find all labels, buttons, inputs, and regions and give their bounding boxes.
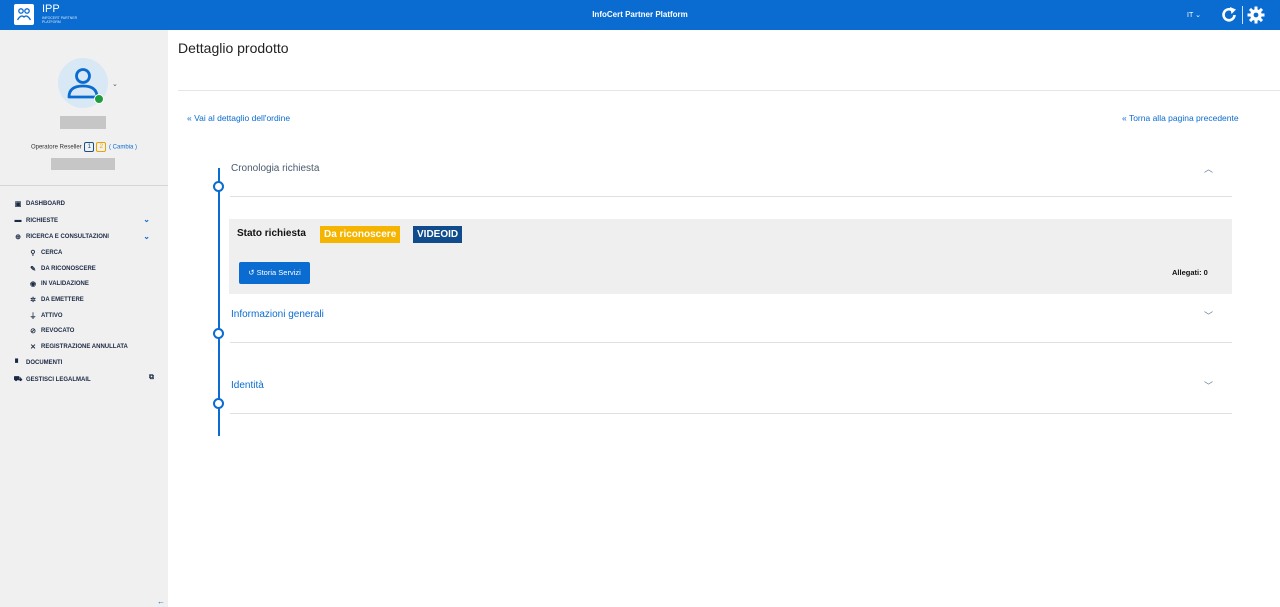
order-detail-link-label: Vai al dettaglio dell'ordine xyxy=(194,113,291,123)
company-name-redacted xyxy=(51,158,115,170)
sidebar-item-gestisci-legalmail[interactable]: ⛟ GESTISCI LEGALMAIL ⧉ xyxy=(0,371,168,387)
top-bar: IPP INFOCERT PARTNER PLATFORM InfoCert P… xyxy=(0,0,1280,30)
role-badge-2[interactable]: 2 xyxy=(96,142,107,152)
chevron-down-icon[interactable]: ⌄ xyxy=(143,215,150,224)
user-role: Operatore Reseller 12 ( Cambia ) xyxy=(0,142,168,152)
back-link[interactable]: « Torna alla pagina precedente xyxy=(1122,113,1239,123)
chevron-up-icon[interactable]: ︿ xyxy=(1204,162,1213,175)
sidebar-item-label: DOCUMENTI xyxy=(26,360,63,367)
section-cronologia-title[interactable]: Cronologia richiesta xyxy=(231,163,319,174)
section-identita-title[interactable]: Identità xyxy=(231,380,264,391)
header-divider xyxy=(1242,6,1243,24)
sidebar-nav: ▣ DASHBOARD ▬ RICHIESTE ⌄ ⊕ RICERCA E CO… xyxy=(0,196,168,388)
chevron-down-icon: ⌄ xyxy=(1195,12,1201,19)
search-icon: ⚲ xyxy=(30,250,36,258)
collapse-sidebar-icon[interactable]: ← xyxy=(157,597,165,606)
stato-richiesta-label: Stato richiesta xyxy=(237,228,306,239)
sidebar-item-label: DA RICONOSCERE xyxy=(41,265,96,272)
double-chevron-left-icon: « xyxy=(187,113,192,123)
change-role-link[interactable]: ( Cambia ) xyxy=(109,145,137,151)
sidebar: ⌄ Operatore Reseller 12 ( Cambia ) ▣ DAS… xyxy=(0,30,168,607)
order-detail-link[interactable]: « Vai al dettaglio dell'ordine xyxy=(187,113,290,123)
sidebar-item-cerca[interactable]: ⚲ CERCA xyxy=(0,245,168,261)
sidebar-item-da-riconoscere[interactable]: ✎ DA RICONOSCERE xyxy=(0,261,168,277)
section-divider xyxy=(230,196,1232,197)
type-badge: VIDEOID xyxy=(413,226,463,243)
external-link-icon[interactable]: ⧉ xyxy=(149,374,154,382)
attachments-count: Allegati: 0 xyxy=(1172,268,1208,277)
language-selector[interactable]: IT ⌄ xyxy=(1187,11,1201,19)
sidebar-item-revocato[interactable]: ⊘ REVOCATO xyxy=(0,324,168,340)
storia-servizi-button[interactable]: ↺ Storia Servizi xyxy=(239,262,310,284)
gear-icon[interactable] xyxy=(1247,6,1265,29)
section-divider xyxy=(230,342,1232,343)
stato-richiesta-panel: Stato richiesta Da riconoscere VIDEOID ↺… xyxy=(229,219,1232,294)
history-icon: ↺ xyxy=(248,268,255,277)
sidebar-item-label: ATTIVO xyxy=(41,312,63,319)
sidebar-item-label: RICHIESTE xyxy=(26,217,59,224)
sidebar-item-in-validazione[interactable]: ◉ IN VALIDAZIONE xyxy=(0,277,168,293)
chevron-down-icon[interactable]: ﹀ xyxy=(1204,309,1213,322)
sidebar-item-attivo[interactable]: ⏚ ATTIVO xyxy=(0,308,168,324)
role-label: Operatore Reseller xyxy=(30,144,82,151)
search-plus-icon: ⊕ xyxy=(15,233,21,241)
back-link-label: Torna alla pagina precedente xyxy=(1128,113,1239,123)
pen-icon: ✎ xyxy=(30,265,36,273)
chevron-down-icon[interactable]: ⌄ xyxy=(143,232,150,241)
double-chevron-left-icon: « xyxy=(1122,113,1127,123)
user-name-redacted xyxy=(60,116,106,129)
sidebar-item-label: REVOCATO xyxy=(41,328,75,335)
sidebar-item-label: REGISTRAZIONE ANNULLATA xyxy=(41,344,128,351)
sidebar-divider xyxy=(0,185,168,186)
role-badge-1[interactable]: 1 xyxy=(84,142,95,152)
dashboard-icon: ▣ xyxy=(14,201,22,209)
status-badge: Da riconoscere xyxy=(320,226,401,243)
sidebar-item-dashboard[interactable]: ▣ DASHBOARD xyxy=(0,196,168,212)
sidebar-item-ricerca[interactable]: ⊕ RICERCA E CONSULTAZIONI ⌄ xyxy=(0,229,168,245)
eye-icon: ◉ xyxy=(29,281,37,289)
sidebar-item-registrazione-annullata[interactable]: ✕ REGISTRAZIONE ANNULLATA xyxy=(0,339,168,355)
sidebar-item-richieste[interactable]: ▬ RICHIESTE ⌄ xyxy=(0,212,168,228)
app-title: InfoCert Partner Platform xyxy=(592,10,688,19)
close-icon: ✕ xyxy=(30,344,36,352)
sidebar-item-label: RICERCA E CONSULTAZIONI xyxy=(26,233,109,240)
timeline-dot xyxy=(213,181,224,192)
sidebar-item-label: DASHBOARD xyxy=(26,201,65,208)
refresh-icon[interactable] xyxy=(1220,6,1238,29)
mail-truck-icon: ⛟ xyxy=(13,376,23,384)
chevron-down-icon[interactable]: ﹀ xyxy=(1204,379,1213,392)
timeline-dot xyxy=(213,398,224,409)
section-divider xyxy=(230,413,1232,414)
sidebar-item-da-emettere[interactable]: ✲ DA EMETTERE xyxy=(0,292,168,308)
sidebar-item-documenti[interactable]: ▘ DOCUMENTI xyxy=(0,355,168,371)
title-divider xyxy=(178,90,1280,91)
sidebar-item-label: DA EMETTERE xyxy=(41,297,84,304)
user-menu-chevron-icon[interactable]: ⌄ xyxy=(112,80,118,88)
sidebar-item-label: IN VALIDAZIONE xyxy=(41,281,89,288)
timeline-dot xyxy=(213,328,224,339)
briefcase-icon: ▬ xyxy=(14,217,22,225)
language-label: IT xyxy=(1187,12,1194,19)
section-informazioni-title[interactable]: Informazioni generali xyxy=(231,309,324,320)
sidebar-item-label: CERCA xyxy=(41,250,63,257)
page-title: Dettaglio prodotto xyxy=(178,40,289,56)
plug-icon: ⏚ xyxy=(29,312,37,320)
spinner-icon: ✲ xyxy=(30,297,36,305)
ban-icon: ⊘ xyxy=(30,328,36,336)
document-icon: ▘ xyxy=(15,360,21,368)
sidebar-item-label: GESTISCI LEGALMAIL xyxy=(26,376,91,383)
timeline-line xyxy=(218,168,220,436)
storia-servizi-label: Storia Servizi xyxy=(256,268,301,277)
online-status-icon xyxy=(94,94,104,104)
